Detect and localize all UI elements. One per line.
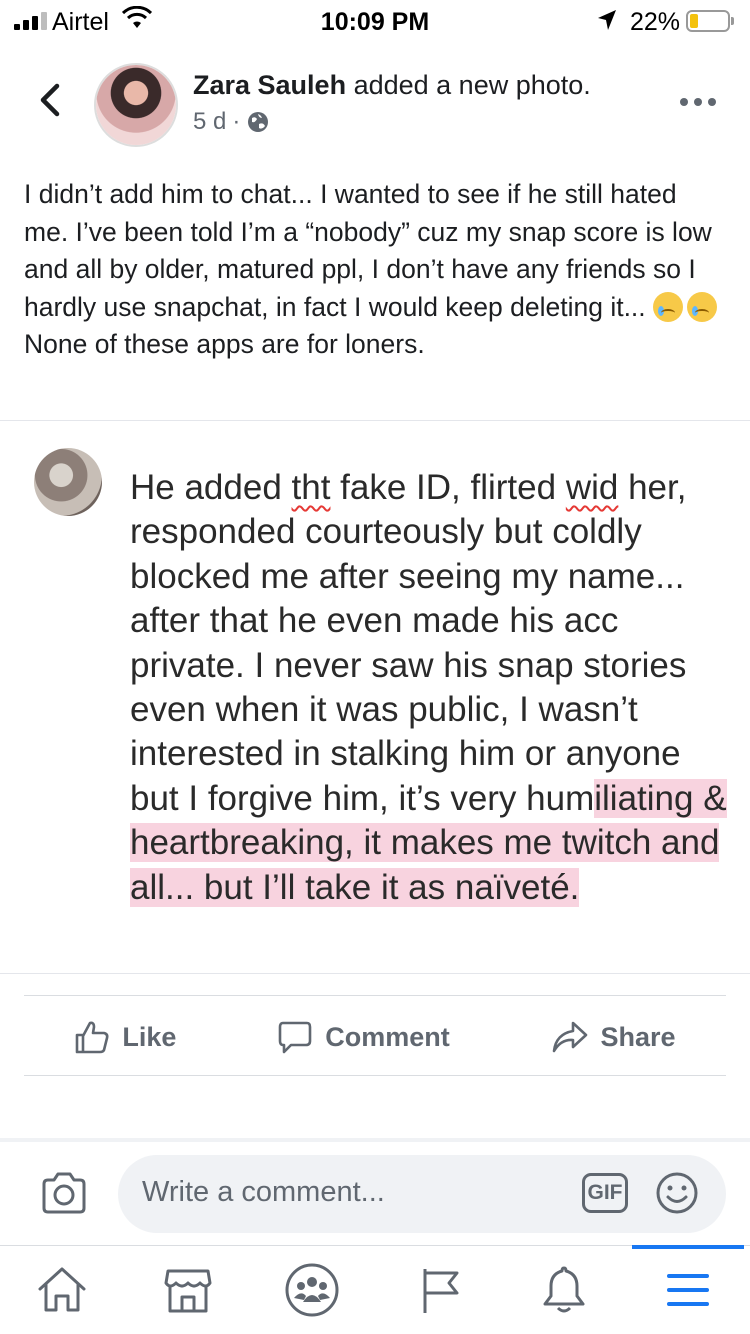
tab-menu[interactable] bbox=[660, 1262, 716, 1318]
more-options-button[interactable] bbox=[680, 98, 716, 106]
misspelled-word: wid bbox=[565, 468, 619, 507]
crying-face-emoji bbox=[653, 291, 684, 322]
battery-icon bbox=[686, 10, 730, 32]
share-arrow-icon bbox=[552, 1021, 587, 1053]
comment-label: Comment bbox=[325, 1021, 450, 1052]
post-caption-part2: None of these apps are for loners. bbox=[24, 329, 425, 359]
gif-button[interactable]: GIF bbox=[582, 1173, 628, 1213]
like-button[interactable]: Like bbox=[74, 1019, 176, 1055]
post-meta: 5 d · bbox=[193, 108, 270, 136]
camera-icon bbox=[42, 1172, 86, 1214]
comment-button[interactable]: Comment bbox=[277, 1019, 450, 1055]
share-button[interactable]: Share bbox=[551, 1019, 676, 1055]
flag-icon bbox=[423, 1269, 459, 1313]
post-action: added a new photo. bbox=[353, 70, 591, 100]
tab-pages[interactable] bbox=[412, 1262, 468, 1318]
globe-icon bbox=[248, 112, 269, 132]
post-caption: I didn’t add him to chat... I wanted to … bbox=[24, 176, 724, 364]
photo-avatar bbox=[34, 448, 102, 516]
emoji-button[interactable] bbox=[655, 1171, 699, 1215]
tab-home[interactable] bbox=[34, 1262, 90, 1318]
post-time[interactable]: 5 d bbox=[193, 108, 226, 136]
chevron-left-icon bbox=[40, 83, 60, 117]
active-tab-indicator bbox=[632, 1245, 744, 1249]
battery-percent: 22% bbox=[630, 8, 681, 36]
meta-dot: · bbox=[232, 108, 241, 135]
post-headline: Zara Sauleh added a new photo. bbox=[193, 70, 591, 101]
crying-face-emoji bbox=[687, 291, 718, 322]
author-avatar[interactable] bbox=[96, 65, 176, 145]
divider bbox=[0, 420, 750, 421]
comment-bubble-icon bbox=[278, 1021, 312, 1054]
share-label: Share bbox=[600, 1021, 676, 1052]
like-label: Like bbox=[122, 1021, 177, 1052]
tab-marketplace[interactable] bbox=[160, 1262, 216, 1318]
post-actions: Like Comment Share bbox=[24, 1000, 726, 1074]
location-arrow-icon bbox=[596, 8, 618, 39]
status-bar: Airtel 10:09 PM 22% bbox=[0, 0, 750, 44]
photo-text-segment: He added bbox=[130, 468, 292, 507]
marketplace-icon bbox=[164, 1269, 212, 1313]
back-button[interactable] bbox=[30, 70, 70, 130]
smiley-icon bbox=[656, 1172, 698, 1214]
tab-notifications[interactable] bbox=[536, 1262, 592, 1318]
menu-icon bbox=[667, 1274, 709, 1306]
comment-placeholder: Write a comment... bbox=[142, 1176, 385, 1208]
camera-button[interactable] bbox=[40, 1170, 88, 1218]
section-separator bbox=[0, 1138, 750, 1142]
photo-text-segment: her, responded courteously but coldly bl… bbox=[130, 468, 687, 818]
groups-icon bbox=[285, 1263, 339, 1317]
misspelled-word: tht bbox=[291, 468, 331, 507]
divider bbox=[0, 973, 750, 974]
divider bbox=[24, 1075, 726, 1076]
tab-groups[interactable] bbox=[284, 1262, 340, 1318]
post-caption-part1: I didn’t add him to chat... I wanted to … bbox=[24, 179, 712, 322]
divider bbox=[24, 995, 726, 996]
home-icon bbox=[38, 1267, 86, 1312]
author-name[interactable]: Zara Sauleh bbox=[193, 70, 346, 100]
battery-cap bbox=[731, 17, 734, 25]
bell-icon bbox=[543, 1266, 585, 1313]
photo-text-segment: fake ID, flirted bbox=[330, 468, 566, 507]
thumbs-up-icon bbox=[76, 1021, 109, 1054]
photo-text: He added tht fake ID, flirted wid her, r… bbox=[130, 466, 730, 910]
